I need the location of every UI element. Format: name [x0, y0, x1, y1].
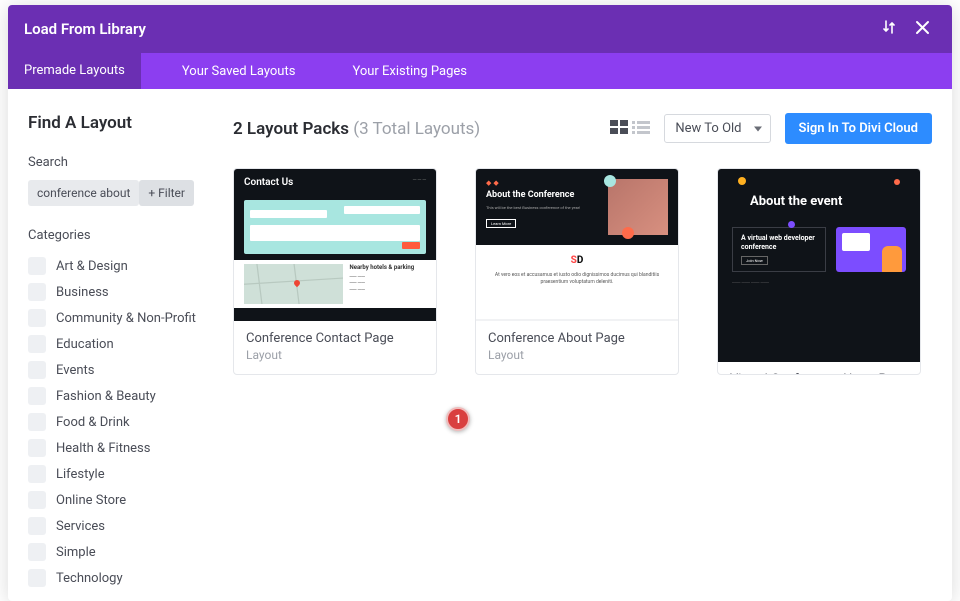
- layout-title: Conference About Page: [476, 321, 678, 346]
- category-item[interactable]: Technology: [28, 565, 213, 591]
- filter-chip[interactable]: + Filter: [139, 180, 194, 206]
- annotation-marker: 1: [446, 407, 470, 431]
- category-item[interactable]: Food & Drink: [28, 409, 213, 435]
- search-chip[interactable]: conference about: [28, 180, 139, 206]
- top-controls: New To Old Sign In To Divi Cloud: [610, 113, 932, 144]
- thumb-card-title: A virtual web developer conference: [741, 234, 817, 252]
- modal-body: Find A Layout Search conference about + …: [8, 89, 952, 601]
- tab-existing-pages[interactable]: Your Existing Pages: [336, 53, 483, 89]
- sort-dropdown[interactable]: New To Old: [664, 114, 770, 143]
- category-label: Education: [56, 337, 114, 352]
- results-header: 2 Layout Packs (3 Total Layouts) New To …: [233, 113, 932, 144]
- layout-thumbnail: Contact Us─ ─ ─ Nearby hotels & parking─…: [234, 169, 436, 321]
- checkbox-icon[interactable]: [28, 309, 46, 327]
- category-item[interactable]: Fashion & Beauty: [28, 383, 213, 409]
- category-item[interactable]: Health & Fitness: [28, 435, 213, 461]
- layout-thumbnail: About the event A virtual web developer …: [718, 169, 920, 362]
- checkbox-icon[interactable]: [28, 465, 46, 483]
- thumb-heading: Contact Us: [244, 177, 293, 188]
- checkbox-icon[interactable]: [28, 517, 46, 535]
- tab-premade-layouts[interactable]: Premade Layouts: [8, 53, 141, 89]
- thumb-body: At vero eos et accusamus et iusto odio d…: [486, 272, 668, 286]
- layout-card[interactable]: Contact Us─ ─ ─ Nearby hotels & parking─…: [233, 168, 437, 375]
- results-count: 2 Layout Packs (3 Total Layouts): [233, 119, 480, 139]
- close-icon[interactable]: [915, 20, 930, 39]
- categories-label: Categories: [28, 228, 213, 243]
- search-label: Search: [28, 155, 213, 170]
- checkbox-icon[interactable]: [28, 491, 46, 509]
- checkbox-icon[interactable]: [28, 361, 46, 379]
- layout-grid: Contact Us─ ─ ─ Nearby hotels & parking─…: [233, 168, 932, 375]
- total-count: (3 Total Layouts): [353, 119, 480, 139]
- checkbox-icon[interactable]: [28, 283, 46, 301]
- thumb-button: Learn More: [486, 219, 516, 228]
- modal-header: Load From Library: [8, 5, 952, 53]
- category-label: Business: [56, 285, 109, 300]
- category-label: Health & Fitness: [56, 441, 150, 456]
- tab-saved-layouts[interactable]: Your Saved Layouts: [166, 53, 312, 89]
- packs-count: 2 Layout Packs: [233, 119, 349, 139]
- checkbox-icon[interactable]: [28, 387, 46, 405]
- sidebar: Find A Layout Search conference about + …: [28, 113, 213, 591]
- category-label: Simple: [56, 545, 96, 560]
- main-panel: 2 Layout Packs (3 Total Layouts) New To …: [233, 113, 932, 591]
- search-row: conference about + Filter: [28, 180, 213, 206]
- grid-view-icon[interactable]: [610, 119, 628, 138]
- category-item[interactable]: Art & Design: [28, 253, 213, 279]
- category-label: Lifestyle: [56, 467, 105, 482]
- category-list: Art & Design Business Community & Non-Pr…: [28, 253, 213, 591]
- thumb-sub: This will be the best Business conferenc…: [486, 205, 608, 210]
- category-label: Events: [56, 363, 94, 378]
- checkbox-icon[interactable]: [28, 543, 46, 561]
- modal-title: Load From Library: [24, 20, 146, 38]
- category-item[interactable]: Simple: [28, 539, 213, 565]
- layout-card[interactable]: ◆◆ About the Conference This will be the…: [475, 168, 679, 375]
- category-label: Services: [56, 519, 105, 534]
- layout-title: Virtual Conference About Page: [718, 362, 920, 375]
- tab-bar: Premade Layouts Your Saved Layouts Your …: [8, 53, 952, 89]
- category-label: Community & Non-Profit: [56, 311, 196, 326]
- category-item[interactable]: Events: [28, 357, 213, 383]
- view-toggle: [610, 119, 650, 138]
- layout-title: Conference Contact Page: [234, 321, 436, 346]
- library-modal: Load From Library Premade Layouts Your S…: [8, 5, 952, 601]
- thumb-button: Join Now: [741, 256, 768, 265]
- category-label: Fashion & Beauty: [56, 389, 156, 404]
- checkbox-icon[interactable]: [28, 439, 46, 457]
- category-item[interactable]: Online Store: [28, 487, 213, 513]
- sort-arrows-icon[interactable]: [881, 19, 897, 39]
- category-label: Technology: [56, 571, 123, 586]
- checkbox-icon[interactable]: [28, 257, 46, 275]
- category-item[interactable]: Services: [28, 513, 213, 539]
- layout-card[interactable]: About the event A virtual web developer …: [717, 168, 921, 375]
- layout-type: Layout: [234, 346, 436, 362]
- thumb-heading: About the event: [750, 195, 906, 209]
- category-label: Online Store: [56, 493, 126, 508]
- layout-thumbnail: ◆◆ About the Conference This will be the…: [476, 169, 678, 321]
- list-view-icon[interactable]: [632, 119, 650, 138]
- category-item[interactable]: Lifestyle: [28, 461, 213, 487]
- checkbox-icon[interactable]: [28, 569, 46, 587]
- thumb-heading: About the Conference: [486, 191, 608, 201]
- signin-button[interactable]: Sign In To Divi Cloud: [785, 113, 932, 144]
- category-item[interactable]: Community & Non-Profit: [28, 305, 213, 331]
- category-label: Art & Design: [56, 259, 128, 274]
- checkbox-icon[interactable]: [28, 335, 46, 353]
- checkbox-icon[interactable]: [28, 413, 46, 431]
- sidebar-heading: Find A Layout: [28, 113, 213, 133]
- layout-type: Layout: [476, 346, 678, 362]
- header-actions: [881, 19, 930, 39]
- thumb-caption: Nearby hotels & parking: [349, 264, 426, 272]
- category-item[interactable]: Education: [28, 331, 213, 357]
- category-label: Food & Drink: [56, 415, 130, 430]
- category-item[interactable]: Business: [28, 279, 213, 305]
